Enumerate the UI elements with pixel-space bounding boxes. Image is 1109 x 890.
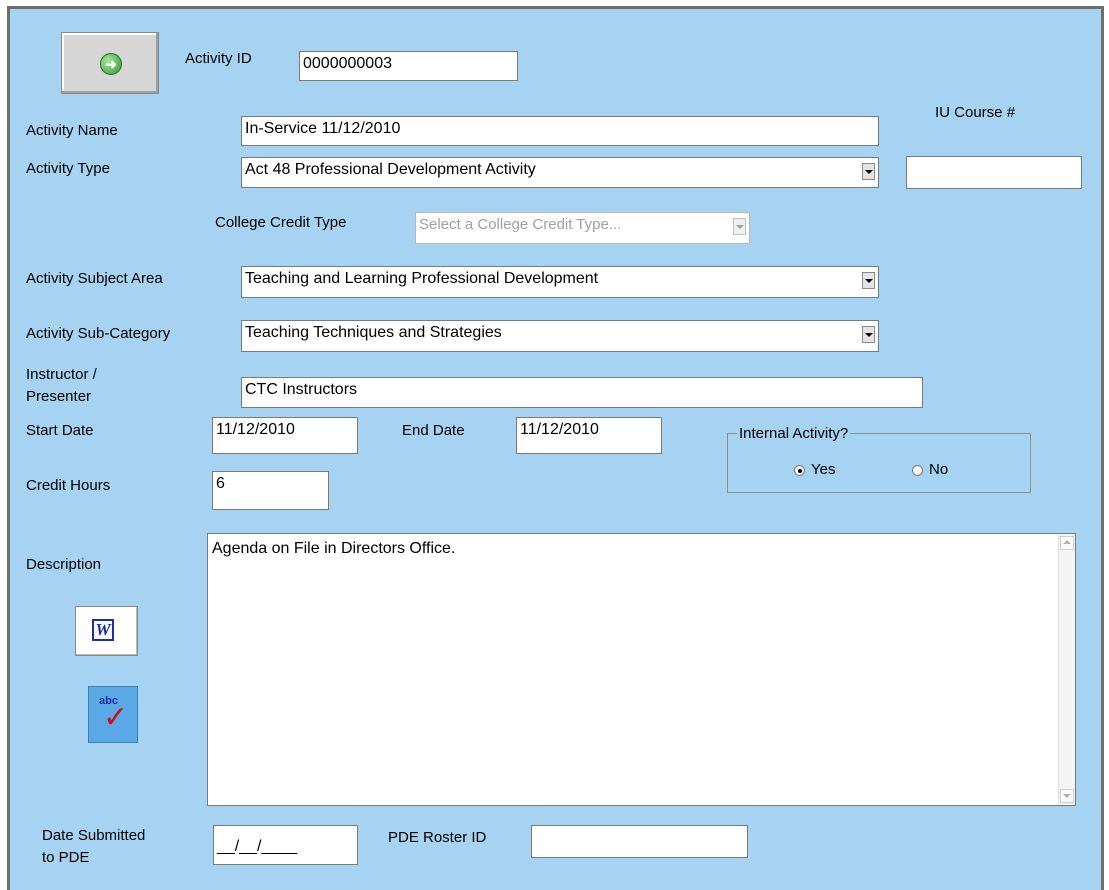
pde-roster-field[interactable] bbox=[531, 825, 748, 858]
pde-roster-label: PDE Roster ID bbox=[388, 829, 487, 846]
internal-activity-group bbox=[727, 433, 1031, 493]
go-button[interactable]: ➜ bbox=[61, 32, 159, 94]
chevron-down-icon[interactable] bbox=[733, 218, 746, 235]
activity-id-label: Activity ID bbox=[185, 50, 252, 67]
date-submitted-label-line2: to PDE bbox=[42, 849, 90, 866]
description-label: Description bbox=[26, 556, 102, 573]
activity-type-select[interactable]: Act 48 Professional Development Activity bbox=[241, 157, 879, 188]
chevron-down-icon[interactable] bbox=[862, 326, 875, 343]
internal-no-radio[interactable] bbox=[912, 465, 923, 476]
iu-course-label: IU Course # bbox=[935, 104, 1016, 121]
chevron-down-icon[interactable] bbox=[862, 163, 875, 180]
internal-yes-radio[interactable] bbox=[794, 465, 805, 476]
instructor-label-line2: Presenter bbox=[26, 388, 92, 405]
college-credit-type-value: Select a College Credit Type... bbox=[419, 216, 622, 233]
activity-type-label: Activity Type bbox=[26, 160, 110, 177]
sub-category-value: Teaching Techniques and Strategies bbox=[245, 324, 502, 341]
subject-area-value: Teaching and Learning Professional Devel… bbox=[245, 270, 599, 287]
word-export-button[interactable]: W bbox=[75, 606, 138, 656]
iu-course-field[interactable] bbox=[906, 156, 1082, 189]
activity-type-value: Act 48 Professional Development Activity bbox=[245, 161, 536, 178]
credit-hours-field[interactable]: 6 bbox=[212, 471, 329, 510]
description-scrollbar[interactable] bbox=[1058, 534, 1075, 805]
date-submitted-label-line1: Date Submitted bbox=[42, 827, 146, 844]
internal-yes-label[interactable]: Yes bbox=[811, 461, 835, 479]
spellcheck-icon: ✓ bbox=[103, 701, 129, 734]
scroll-up-icon[interactable] bbox=[1060, 536, 1074, 550]
green-arrow-icon: ➜ bbox=[100, 53, 122, 75]
word-icon: W bbox=[92, 619, 114, 641]
instructor-label-line1: Instructor / bbox=[26, 366, 97, 383]
spellcheck-button[interactable]: abc ✓ bbox=[88, 686, 138, 743]
subject-area-label: Activity Subject Area bbox=[26, 270, 163, 287]
scroll-down-icon[interactable] bbox=[1060, 789, 1074, 803]
chevron-down-icon[interactable] bbox=[862, 272, 875, 289]
description-text: Agenda on File in Directors Office. bbox=[212, 540, 456, 557]
start-date-field[interactable]: 11/12/2010 bbox=[212, 417, 358, 454]
sub-category-select[interactable]: Teaching Techniques and Strategies bbox=[241, 320, 879, 352]
college-credit-type-label: College Credit Type bbox=[215, 214, 347, 231]
activity-name-label: Activity Name bbox=[26, 122, 118, 139]
end-date-field[interactable]: 11/12/2010 bbox=[516, 417, 662, 454]
date-submitted-field[interactable]: __/__/____ bbox=[213, 825, 358, 865]
sub-category-label: Activity Sub-Category bbox=[26, 325, 171, 342]
instructor-field[interactable]: CTC Instructors bbox=[241, 377, 923, 408]
description-textarea[interactable]: Agenda on File in Directors Office. bbox=[207, 533, 1076, 806]
credit-hours-label: Credit Hours bbox=[26, 477, 111, 494]
internal-no-label[interactable]: No bbox=[929, 461, 948, 479]
activity-name-field[interactable]: In-Service 11/12/2010 bbox=[241, 116, 879, 146]
subject-area-select[interactable]: Teaching and Learning Professional Devel… bbox=[241, 266, 879, 298]
internal-activity-label: Internal Activity? bbox=[737, 425, 851, 442]
start-date-label: Start Date bbox=[26, 422, 94, 439]
college-credit-type-select[interactable]: Select a College Credit Type... bbox=[415, 212, 750, 244]
activity-id-field[interactable]: 0000000003 bbox=[299, 51, 518, 81]
end-date-label: End Date bbox=[402, 422, 465, 439]
